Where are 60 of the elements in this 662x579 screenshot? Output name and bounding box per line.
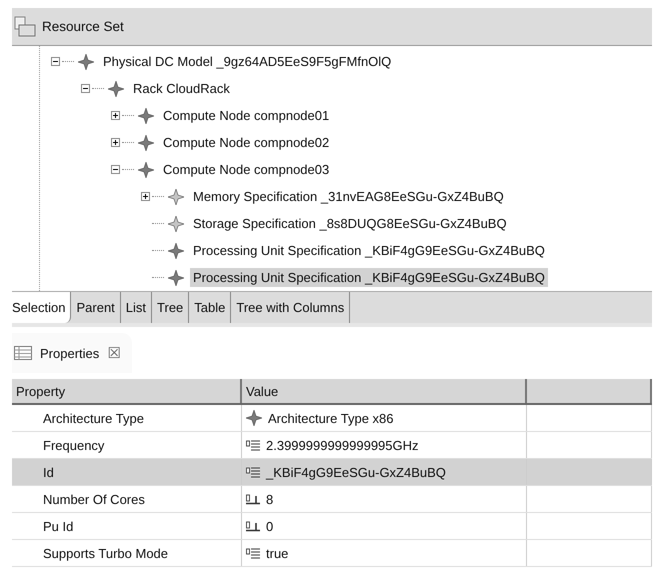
table-cell-text: Frequency [42, 438, 104, 452]
diamond-icon [246, 410, 262, 426]
tab[interactable]: Selection [12, 292, 72, 323]
column-header[interactable]: Value [242, 379, 527, 403]
view-tab[interactable]: Properties ☒ [12, 333, 132, 373]
tree-item[interactable]: Processing Unit Specification _KBiF4gG9EeSGu-GxZ4BuBQ [190, 268, 548, 287]
text-value-icon [246, 439, 260, 451]
collapse-icon[interactable] [51, 57, 60, 66]
table-cell: true [266, 546, 288, 560]
view-title: Resource Set [42, 19, 124, 34]
diamond-icon [168, 270, 184, 286]
diamond-icon [78, 54, 94, 70]
diamond-icon [168, 216, 184, 232]
table-cell: 8 [266, 492, 274, 506]
expand-icon[interactable] [111, 111, 120, 120]
tree-item[interactable]: Compute Node compnode03 [160, 160, 332, 179]
table-cell: Architecture Type x86 [268, 410, 394, 426]
diamond-icon [168, 242, 184, 258]
diamond-icon [138, 108, 154, 124]
diamond-icon [108, 80, 124, 96]
tab[interactable]: List [120, 292, 152, 323]
table-row[interactable]: Id _KBiF4gG9EeSGu-GxZ4BuBQ [12, 459, 652, 486]
table-cell: _KBiF4gG9EeSGu-GxZ4BuBQ [266, 464, 446, 480]
tab[interactable]: Tree [152, 292, 190, 323]
table-row[interactable]: Architecture Type Architecture Type x86 [12, 405, 652, 432]
table-cell-text: Architecture Type [42, 410, 144, 426]
tree-item[interactable]: Memory Specification _31nvEAG8EeSGu-GxZ4BuBQ [190, 187, 507, 206]
table-row[interactable]: Supports Turbo Mode true [12, 540, 652, 567]
tab[interactable]: Table [189, 292, 232, 323]
table-icon [14, 346, 32, 360]
tree-item[interactable]: Rack CloudRack [130, 79, 233, 98]
table-row[interactable]: Number Of Cores 8 [12, 486, 652, 513]
text-value-icon [246, 466, 260, 478]
number-value-icon [246, 493, 260, 505]
number-value-icon [246, 520, 260, 532]
expand-icon[interactable] [141, 192, 150, 201]
close-button[interactable]: ☒ [107, 344, 120, 362]
table-row[interactable]: Pu Id 0 [12, 513, 652, 540]
table-cell: 2.3999999999999995GHz [266, 438, 419, 452]
table-cell-text: Pu Id [42, 518, 74, 534]
tab[interactable]: Parent [71, 292, 121, 323]
diamond-icon [168, 188, 184, 204]
table-cell-text: Id [42, 464, 54, 480]
table-cell-text: Supports Turbo Mode [42, 546, 168, 560]
table-cell-text: Number Of Cores [42, 492, 145, 506]
tree-item[interactable]: Processing Unit Specification _KBiF4gG9EeSGu-GxZ4BuBQ [190, 241, 548, 260]
collapse-icon[interactable] [81, 84, 90, 93]
text-value-icon [246, 547, 260, 559]
expand-icon[interactable] [111, 138, 120, 147]
diamond-icon [138, 134, 154, 150]
diamond-icon [138, 162, 154, 178]
tab[interactable]: Tree with Columns [231, 292, 350, 323]
view-title: Properties [40, 346, 100, 360]
table-cell: 0 [266, 518, 274, 534]
tree-item[interactable]: Compute Node compnode01 [160, 106, 332, 125]
tree-item[interactable]: Storage Specification _8s8DUQG8EeSGu-GxZ4BuBQ [190, 214, 510, 233]
collapse-icon[interactable] [111, 165, 120, 174]
column-header[interactable]: Property [12, 379, 242, 403]
tree-item[interactable]: Compute Node compnode02 [160, 133, 332, 152]
tree-item[interactable]: Physical DC Model _9gz64AD5EeS9F5gFMfnOlQ [100, 52, 394, 71]
